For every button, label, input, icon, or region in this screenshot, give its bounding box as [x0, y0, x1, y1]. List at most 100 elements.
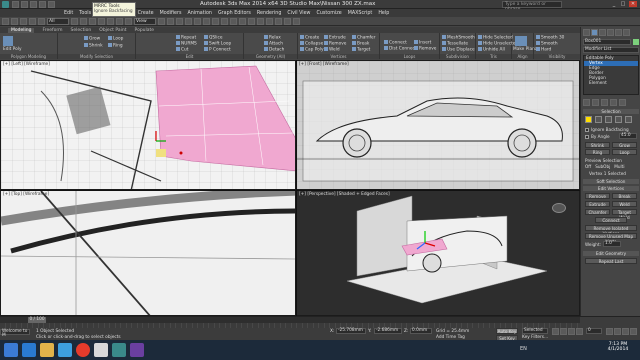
- scale-icon[interactable]: [125, 17, 132, 25]
- named-selection-icon[interactable]: [203, 17, 210, 25]
- redo-icon[interactable]: [48, 1, 55, 8]
- soft-selection-rollout[interactable]: Soft Selection: [583, 179, 639, 184]
- render-setup-icon[interactable]: [275, 17, 282, 25]
- app-logo-icon[interactable]: [2, 1, 9, 8]
- new-icon[interactable]: [12, 1, 19, 8]
- ring-button[interactable]: Ring: [108, 43, 123, 49]
- tessellate-button[interactable]: Tessellate: [442, 41, 468, 47]
- reference-coord-dropdown[interactable]: View: [134, 17, 156, 25]
- viewcube-icon[interactable]: [552, 203, 566, 213]
- ie-icon[interactable]: [22, 343, 36, 357]
- redo-icon[interactable]: [11, 17, 18, 25]
- weight-spinner[interactable]: 1.0: [603, 241, 621, 247]
- mirror-icon[interactable]: [212, 17, 219, 25]
- menu-tools[interactable]: Tools: [79, 11, 91, 16]
- menu-customize[interactable]: Customize: [317, 11, 342, 16]
- cap-poly-button[interactable]: Cap Poly: [300, 47, 324, 53]
- preview-subobj-radio[interactable]: SubObj: [595, 164, 610, 169]
- group-label[interactable]: Geometry (All): [244, 54, 297, 59]
- angle-snap-icon[interactable]: [176, 17, 183, 25]
- play-icon[interactable]: [568, 328, 575, 335]
- connect-button[interactable]: Connect: [384, 40, 407, 46]
- auto-key-button[interactable]: Auto Key: [496, 328, 518, 334]
- dist-connect-button[interactable]: Dist Connect: [384, 46, 417, 52]
- menu-civil-view[interactable]: Civil View: [287, 11, 310, 16]
- z-coordinate-field[interactable]: 0.0mm: [410, 328, 432, 334]
- spinner-snap-icon[interactable]: [194, 17, 201, 25]
- group-label[interactable]: Tris: [476, 54, 511, 59]
- detach-button[interactable]: Detach: [264, 47, 284, 53]
- shrink-sel-button[interactable]: Shrink: [585, 142, 610, 148]
- viewport-perspective[interactable]: [+] [Perspective] [Shaded + Edged Faces]: [296, 190, 580, 316]
- loop-remove-button[interactable]: Remove: [414, 46, 436, 52]
- make-planar-icon[interactable]: [515, 36, 527, 46]
- checkbox[interactable]: [585, 135, 589, 139]
- language-indicator[interactable]: EN: [520, 346, 527, 352]
- selection-rollout-header[interactable]: Selection: [583, 109, 639, 114]
- make-unique-icon[interactable]: [601, 99, 608, 106]
- zoom-all-icon[interactable]: [614, 328, 621, 335]
- create-tab-icon[interactable]: [583, 29, 590, 36]
- group-label[interactable]: Edit: [136, 54, 243, 59]
- open-icon[interactable]: [21, 1, 28, 8]
- material-editor-icon[interactable]: [266, 17, 273, 25]
- chamfer-button[interactable]: Remove: [324, 41, 346, 47]
- menu-maxscript[interactable]: MAXScript: [348, 11, 373, 16]
- qslice-button[interactable]: QSlice: [204, 35, 223, 41]
- edit-poly-label[interactable]: Edit Poly: [3, 47, 22, 52]
- cut-button[interactable]: Cut: [176, 47, 188, 53]
- viewport-divider-vertical[interactable]: [296, 60, 297, 316]
- ring-sel-button[interactable]: Ring: [585, 149, 610, 155]
- group-label[interactable]: Vertices: [298, 54, 379, 59]
- align-icon[interactable]: [221, 17, 228, 25]
- smooth-button[interactable]: Smooth: [536, 41, 558, 47]
- object-color-swatch[interactable]: [633, 39, 639, 45]
- prev-frame-icon[interactable]: [560, 328, 567, 335]
- checkbox[interactable]: [585, 128, 589, 132]
- group-label[interactable]: Polygon Modeling: [0, 54, 57, 59]
- skype-icon[interactable]: [58, 343, 72, 357]
- target-weld-button[interactable]: Target Weld: [612, 209, 637, 220]
- menu-graph-editors[interactable]: Graph Editors: [218, 11, 251, 16]
- element-level-icon[interactable]: [625, 116, 632, 123]
- save-icon[interactable]: [30, 1, 37, 8]
- by-angle-spinner[interactable]: 45.0: [619, 133, 637, 139]
- key-mode-dropdown[interactable]: Selected: [522, 328, 548, 334]
- repeat-button[interactable]: Repeat: [176, 35, 196, 41]
- start-button-icon[interactable]: [4, 343, 18, 357]
- preview-off-radio[interactable]: Off: [585, 164, 591, 169]
- grow-sel-button[interactable]: Grow: [612, 142, 637, 148]
- system-clock[interactable]: 7:13 PM 4/1/2014: [600, 342, 636, 352]
- curve-editor-icon[interactable]: [248, 17, 255, 25]
- menu-animation[interactable]: Animation: [187, 11, 211, 16]
- file-explorer-icon[interactable]: [40, 343, 54, 357]
- smooth30-button[interactable]: Smooth 30: [536, 35, 564, 41]
- current-frame-field[interactable]: 0: [586, 328, 602, 334]
- viewport-label[interactable]: [+] [Left] [Wireframe]: [3, 62, 50, 67]
- viewport-front[interactable]: [+] [Front] [Wireframe]: [296, 60, 580, 190]
- preview-multi-radio[interactable]: Multi: [614, 164, 624, 169]
- render-icon[interactable]: [293, 17, 300, 25]
- remove-button[interactable]: Chamfer: [352, 35, 375, 41]
- by-angle-checkbox[interactable]: By Angle: [585, 134, 610, 139]
- break-vertex-button[interactable]: Break: [612, 193, 637, 199]
- x-coordinate-field[interactable]: -25.708mm: [336, 328, 366, 334]
- chamfer-vertex-button[interactable]: Chamfer: [585, 209, 610, 215]
- vertex-level-icon[interactable]: [585, 116, 592, 123]
- unlink-icon[interactable]: [29, 17, 36, 25]
- remove-unused-map-button[interactable]: Remove Unused Map Verts: [585, 233, 637, 244]
- grow-button[interactable]: Grow: [84, 36, 100, 42]
- weld-vertex-button[interactable]: Weld: [612, 201, 637, 207]
- rotate-icon[interactable]: [116, 17, 123, 25]
- weld-button[interactable]: Weld: [324, 47, 340, 53]
- pan-icon[interactable]: [622, 328, 629, 335]
- next-frame-icon[interactable]: [576, 328, 583, 335]
- undo-icon[interactable]: [39, 1, 46, 8]
- viewport-label[interactable]: [+] [Top] [Wireframe]: [3, 192, 49, 197]
- timeline-ruler[interactable]: [0, 323, 580, 328]
- move-icon[interactable]: [107, 17, 114, 25]
- swift-loop-button[interactable]: Swift Loop: [204, 41, 231, 47]
- menu-rendering[interactable]: Rendering: [257, 11, 282, 16]
- viewport-left[interactable]: [+] [Left] [Wireframe]: [0, 60, 296, 190]
- zoom-icon[interactable]: [606, 328, 613, 335]
